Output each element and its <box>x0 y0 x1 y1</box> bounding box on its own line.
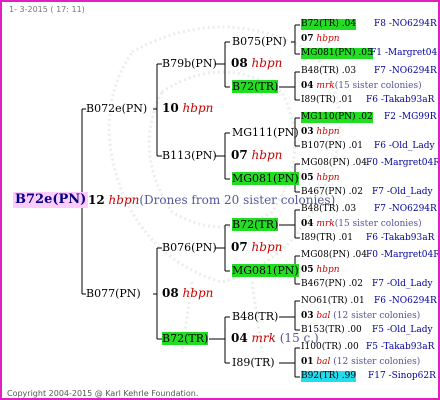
g4-year-1: 04 <box>301 81 314 91</box>
g1-label-0[interactable]: B072e(PN) <box>86 102 147 115</box>
g2-mark-1: hbpn <box>251 148 283 162</box>
g4-mid-5: 05 hbpn <box>301 265 340 276</box>
g4-b-1[interactable]: I89(TR) .01 <box>301 95 353 106</box>
g4-b-5[interactable]: B467(PN) .02 <box>301 279 363 290</box>
g4-b-3[interactable]: B467(PN) .02 <box>301 187 363 198</box>
g4-mid-2: 03 hbpn <box>301 127 340 138</box>
g1-label-1[interactable]: B077(PN) <box>86 287 141 300</box>
g3-label-5[interactable]: MG081(PN) <box>232 264 299 277</box>
g4-year-6: 03 <box>301 311 314 321</box>
root-bee[interactable]: B72e(PN) <box>13 192 89 208</box>
g2-mark-0: hbpn <box>251 56 283 70</box>
g1-year-1: 08 <box>162 286 179 300</box>
g2-info-1: 07 hbpn <box>231 149 282 162</box>
g4-b-2[interactable]: B107(PN) .01 <box>301 141 363 152</box>
g4-mark-1: mrk <box>316 81 335 91</box>
g4-a-ref-7: F5 -Takab93aR <box>366 342 435 352</box>
g3-label-6[interactable]: B48(TR) <box>232 310 278 323</box>
g4-a-2[interactable]: MG110(PN) .02 <box>301 112 373 123</box>
g2-year-0: 08 <box>231 56 248 70</box>
g4-b-0[interactable]: MG081(PN) .05 <box>301 48 373 59</box>
g4-b-ref-5: F7 -Old_Lady <box>372 279 433 289</box>
g2-year-2: 07 <box>231 240 248 254</box>
root-mark: hbpn <box>108 193 140 207</box>
g4-b-ref-0: F1 -Margret04R <box>370 48 440 58</box>
g4-mid-4: 04 mrk(15 sister colonies) <box>301 219 422 230</box>
g4-mid-3: 05 hbpn <box>301 173 340 184</box>
copyright-footer: Copyright 2004-2015 @ Karl Kehrle Founda… <box>7 389 199 398</box>
g2-year-1: 07 <box>231 148 248 162</box>
g1-year-0: 10 <box>162 101 179 115</box>
g2-label-1[interactable]: B113(PN) <box>162 149 217 162</box>
g2-label-2[interactable]: B076(PN) <box>162 241 217 254</box>
g4-mark-5: hbpn <box>316 265 340 275</box>
g4-note-6: (12 sister colonies) <box>333 311 421 321</box>
g2-info-0: 08 hbpn <box>231 57 282 70</box>
g4-b-ref-3: F7 -Old_Lady <box>372 187 433 197</box>
g4-mark-2: hbpn <box>316 127 340 137</box>
g4-b-ref-1: F6 -Takab93aR <box>366 95 435 105</box>
g4-a-ref-2: F2 -MG99R <box>384 112 437 122</box>
g4-mid-6: 03 bal (12 sister colonies) <box>301 311 420 322</box>
g4-b-7[interactable]: B92(TR) .99 <box>301 371 357 382</box>
g4-mid-1: 04 mrk(15 sister colonies) <box>301 81 422 92</box>
g3-label-2[interactable]: MG111(PN) <box>232 126 299 139</box>
g4-a-ref-0: F8 -NO6294R <box>374 19 437 29</box>
g4-a-1[interactable]: B48(TR) .03 <box>301 66 356 77</box>
g4-b-ref-7: F17 -Sinop62R <box>368 371 436 381</box>
g1-info-1: 08 hbpn <box>162 287 213 300</box>
g3-label-1[interactable]: B72(TR) <box>232 80 279 93</box>
g4-a-5[interactable]: MG08(PN) .04 <box>301 250 367 261</box>
g4-b-ref-4: F6 -Takab93aR <box>366 233 435 243</box>
g4-note-1: (15 sister colonies) <box>334 81 422 91</box>
g4-a-ref-6: F6 -NO6294R <box>374 296 437 306</box>
g2-label-0[interactable]: B79b(PN) <box>162 57 217 70</box>
g4-b-6[interactable]: B153(TR) .00 <box>301 325 362 336</box>
g4-note-4: (15 sister colonies) <box>334 219 422 229</box>
g4-a-0[interactable]: B72(TR) .04 <box>301 19 357 30</box>
g3-label-7[interactable]: I89(TR) <box>232 356 275 369</box>
g3-label-4[interactable]: B72(TR) <box>232 218 279 231</box>
g3-label-0[interactable]: B075(PN) <box>232 35 287 48</box>
g1-info-0: 10 hbpn <box>162 102 213 115</box>
g1-mark-0: hbpn <box>182 101 214 115</box>
g4-year-4: 04 <box>301 219 314 229</box>
g3-label-3[interactable]: MG081(PN) <box>232 172 299 185</box>
root-info: 12 hbpn(Drones from 20 sister colonies) <box>88 194 335 207</box>
g4-a-ref-5: F0 -Margret04R <box>366 250 440 260</box>
g4-a-ref-4: F7 -NO6294R <box>374 204 437 214</box>
g4-year-5: 05 <box>301 265 314 275</box>
g4-a-6[interactable]: NO61(TR) .01 <box>301 296 365 307</box>
g4-year-0: 07 <box>301 34 314 44</box>
g4-b-ref-6: F5 -Old_Lady <box>372 325 433 335</box>
g4-b-4[interactable]: I89(TR) .01 <box>301 233 353 244</box>
pedigree-frame: 1- 3-2015 ( 17: 11) B72e(PN) 12 hbpn(Dro… <box>0 0 440 400</box>
g4-mark-0: hbpn <box>316 34 340 44</box>
g4-mark-6: bal <box>316 311 331 321</box>
g2-mark-3: mrk <box>251 331 276 345</box>
g4-year-7: 01 <box>301 357 314 367</box>
g4-year-2: 03 <box>301 127 314 137</box>
g4-a-7[interactable]: I100(TR) .00 <box>301 342 359 353</box>
g4-note-7: (12 sister colonies) <box>333 357 421 367</box>
root-year: 12 <box>88 193 105 207</box>
g4-a-3[interactable]: MG08(PN) .04 <box>301 158 367 169</box>
g4-year-3: 05 <box>301 173 314 183</box>
g4-a-4[interactable]: B48(TR) .03 <box>301 204 356 215</box>
g4-mid-7: 01 bal (12 sister colonies) <box>301 357 420 368</box>
g2-label-3[interactable]: B72(TR) <box>162 332 209 345</box>
g4-mid-0: 07 hbpn <box>301 34 340 45</box>
g4-a-ref-3: F0 -Margret04R <box>366 158 440 168</box>
g2-info-2: 07 hbpn <box>231 241 282 254</box>
g4-mark-4: mrk <box>316 219 335 229</box>
g2-mark-2: hbpn <box>251 240 283 254</box>
g4-mark-3: hbpn <box>316 173 340 183</box>
g1-mark-1: hbpn <box>182 286 214 300</box>
g2-year-3: 04 <box>231 331 248 345</box>
g4-mark-7: bal <box>316 357 331 367</box>
g4-a-ref-1: F7 -NO6294R <box>374 66 437 76</box>
g4-b-ref-2: F6 -Old_Lady <box>374 141 435 151</box>
